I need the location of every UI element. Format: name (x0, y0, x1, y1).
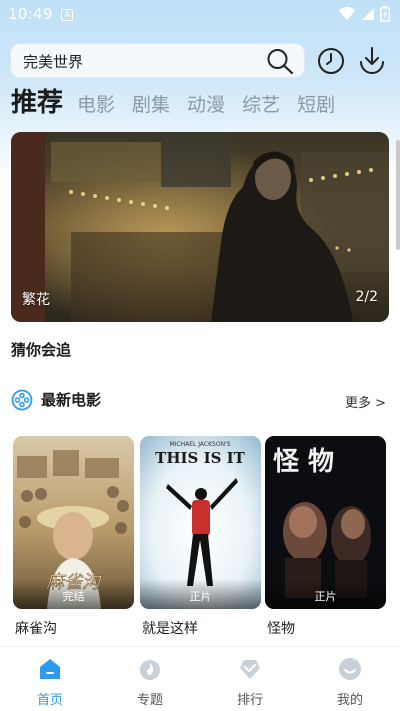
download-icon[interactable] (358, 45, 386, 75)
nav-profile[interactable]: 我的 (320, 657, 380, 708)
search-input[interactable]: 完美世界 (11, 44, 304, 77)
battery-icon (380, 6, 390, 22)
nav-ranking[interactable]: 排行 (220, 657, 280, 708)
movie-poster: 麻雀沟 完结 (13, 436, 134, 609)
status-badge: 完结 (13, 579, 134, 609)
movie-card[interactable]: 怪 物 正片 怪物 (265, 436, 386, 638)
status-badge: 正片 (140, 579, 261, 609)
home-icon (40, 659, 60, 679)
guess-section-title: 猜你会追 (11, 341, 72, 359)
movie-title: 就是这样 (142, 621, 198, 637)
history-clock-icon[interactable] (317, 47, 345, 75)
flame-icon (140, 660, 160, 680)
tab-anime[interactable]: 动漫 (187, 88, 225, 122)
nav-topics[interactable]: 专题 (120, 657, 180, 708)
film-reel-icon (11, 389, 33, 411)
status-bar: 10:49 A (0, 0, 400, 28)
poster-subtitle-art: MICHAEL JACKSON'S (169, 441, 230, 448)
poster-title-art: THIS IS IT (155, 449, 245, 467)
banner-caption: 繁花 (22, 292, 50, 308)
banner-pager: 2/2 (355, 289, 378, 305)
movie-card[interactable]: MICHAEL JACKSON'S THIS IS IT 正片 就是这样 (140, 436, 261, 638)
nav-label: 首页 (36, 693, 63, 708)
status-icons (338, 6, 390, 22)
nav-label: 我的 (336, 693, 363, 708)
more-link[interactable]: 更多 > (345, 392, 386, 411)
signal-icon (362, 8, 374, 20)
search-icon[interactable] (266, 48, 294, 74)
movie-poster: MICHAEL JACKSON'S THIS IS IT 正片 (140, 436, 261, 609)
status-time: 10:49 (8, 5, 53, 23)
wifi-icon (338, 7, 356, 20)
notification-icon: A (61, 9, 73, 21)
movie-title: 麻雀沟 (15, 621, 57, 637)
tab-recommend[interactable]: 推荐 (11, 86, 63, 120)
tab-short-drama[interactable]: 短剧 (297, 88, 335, 122)
tab-variety[interactable]: 综艺 (242, 88, 280, 122)
tab-movies[interactable]: 电影 (77, 88, 115, 122)
bottom-navigation: 首页 专题 排行 我的 (0, 646, 400, 711)
tab-series[interactable]: 剧集 (132, 88, 170, 122)
banner-image (11, 132, 389, 322)
smile-face-icon (339, 658, 361, 680)
movie-poster: 怪 物 正片 (265, 436, 386, 609)
movie-card[interactable]: 麻雀沟 完结 麻雀沟 (13, 436, 134, 638)
banner-carousel[interactable]: 繁花 2/2 (11, 132, 389, 322)
poster-title-art: 怪 物 (273, 447, 334, 477)
nav-label: 排行 (236, 693, 263, 708)
ranking-heart-icon (240, 660, 260, 679)
nav-home[interactable]: 首页 (20, 657, 80, 708)
movie-title: 怪物 (267, 621, 295, 637)
category-tabs: 推荐 电影 剧集 动漫 综艺 短剧 (11, 86, 352, 122)
search-query: 完美世界 (23, 53, 84, 71)
latest-movies-title: 最新电影 (41, 391, 102, 409)
scroll-indicator (396, 140, 400, 250)
nav-label: 专题 (136, 693, 163, 708)
status-badge: 正片 (265, 579, 386, 609)
